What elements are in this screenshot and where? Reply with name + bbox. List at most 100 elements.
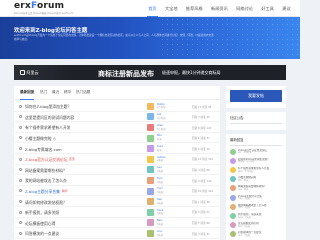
topic-time: 3天前 xyxy=(157,180,164,184)
topic-row[interactable]: 网站备案需要哪些材料？ Leo 2天前 回复 4 阅读 66 xyxy=(14,165,220,176)
nav-item-3[interactable]: 推荐风格 xyxy=(182,0,207,17)
avatar[interactable] xyxy=(230,194,236,201)
topic-stats: 回复 20 阅读 410 xyxy=(192,190,214,194)
topic-badge: 置顶 xyxy=(69,157,75,162)
avatar[interactable] xyxy=(147,134,154,142)
nav-item-home[interactable]: 首页 xyxy=(144,0,161,17)
topic-time: 昨天 xyxy=(157,138,162,142)
avatar[interactable] xyxy=(147,155,154,163)
nav-item-6[interactable]: 好工具 xyxy=(257,0,278,17)
avatar[interactable] xyxy=(147,219,154,227)
topic-title[interactable]: 这里是提问区的测试问题内容 xyxy=(25,115,74,121)
topic-tabs: 最新回复 热门 最近 精华 热门话题 xyxy=(14,86,220,100)
topic-row[interactable]: 有个插件需求希望有人开发 Alan 5小时前 回复 8 阅读 120 xyxy=(14,122,220,133)
latest-replies-box: 最新回复 Z-blog官方认证交流论坛 erx · 2小时前 如何在Z-blog里添… xyxy=(226,134,286,240)
latest-reply-item[interactable]: 如何在Z-blog里添加主题？ Ruiby · 3小时前 xyxy=(226,157,286,166)
topic-stats: 回复 9 阅读 140 xyxy=(192,179,212,183)
latest-reply-item[interactable]: 论坛模板使用心得 Ben · 5天前 xyxy=(226,221,286,230)
topic-title[interactable]: 我的网站被攻击了怎么办 xyxy=(25,178,67,184)
avatar[interactable] xyxy=(147,208,154,216)
topic-title[interactable]: 有个插件需求希望有人开发 xyxy=(25,125,71,131)
topic-row[interactable]: Z-blog官方认证交流论坛 置顶 Admin 2天前 回复 15 阅读 320 xyxy=(14,154,220,165)
ad-banner[interactable]: 阿里云 商标注册新品发布 极速申报，最快1分钟递交商标局 xyxy=(14,65,286,80)
avatar[interactable] xyxy=(147,187,154,195)
topic-row[interactable]: 新手报到，请多关照 Sora 4天前 回复 5 阅读 52 xyxy=(14,207,220,218)
avatar[interactable] xyxy=(147,198,154,206)
hero-title: 欢迎来到Z-blog论坛问答主题 xyxy=(14,28,88,34)
nav-item-4[interactable]: 新闻资讯 xyxy=(207,0,232,17)
avatar[interactable] xyxy=(230,222,236,229)
avatar[interactable] xyxy=(147,176,154,184)
tab-featured[interactable]: 精华 xyxy=(64,86,71,100)
avatar[interactable] xyxy=(230,185,236,192)
topic-list: 如何在Z-blog里添加主题？ Ruiby 2小时前 回复 12 阅读 98 这里是提问… xyxy=(14,101,220,239)
topic-row[interactable]: 我的网站被攻击了怎么办 Tom 3天前 回复 9 阅读 140 xyxy=(14,175,220,186)
logo-text: erxForum xyxy=(14,1,65,11)
topic-title[interactable]: Z-blog主题分享合集 xyxy=(25,189,60,195)
latest-reply-item[interactable]: 我的网站被攻击了怎么办 Tom · 3天前 xyxy=(226,203,286,212)
nav-item-2[interactable]: 大宝地 xyxy=(161,0,182,17)
divider xyxy=(230,145,282,146)
avatar[interactable] xyxy=(230,157,236,164)
new-post-button[interactable]: 我要发帖 xyxy=(230,90,282,102)
avatar[interactable] xyxy=(147,166,154,174)
hero-description: erxForum是Z-blog开发的一个适用于论坛问答的主题，让你轻松建设一个拥… xyxy=(14,34,214,41)
nav-item-7[interactable]: 建议 xyxy=(278,0,295,17)
topic-title[interactable]: 如何在Z-blog里添加主题？ xyxy=(25,104,71,110)
avatar[interactable] xyxy=(147,145,154,153)
topic-time: 5天前 xyxy=(157,233,164,237)
topic-panel: 最新回复 热门 最近 精华 热门话题 如何在Z-blog里添加主题？ Ruiby 2… xyxy=(14,86,220,240)
topic-title[interactable]: 新手报到，请多关照 xyxy=(25,210,59,216)
latest-reply-item[interactable]: 有个插件需求希望有人开发 Alan · 5小时前 xyxy=(226,166,286,175)
latest-reply-item[interactable]: Z-blog官方认证交流论坛 erx · 2小时前 xyxy=(226,148,286,157)
avatar[interactable] xyxy=(230,231,236,238)
topic-row[interactable]: 论坛模板使用心得 Ben 5天前 回复 7 阅读 88 xyxy=(14,218,220,229)
topic-bullet-icon xyxy=(19,125,22,129)
avatar[interactable] xyxy=(230,212,236,219)
topic-title[interactable]: Z-blog专属域名.com xyxy=(25,147,62,153)
latest-replies-list: Z-blog官方认证交流论坛 erx · 2小时前 如何在Z-blog里添加主题？ R… xyxy=(226,148,286,240)
topic-row[interactable]: 如何在Z-blog里添加主题？ Ruiby 2小时前 回复 12 阅读 98 xyxy=(14,101,220,112)
tab-latest[interactable]: 最新回复 xyxy=(20,86,35,100)
topic-title[interactable]: 论坛模板使用心得 xyxy=(25,221,55,227)
topic-row[interactable]: 问答模块的一点建议 Ann 5天前 回复 3 阅读 41 xyxy=(14,228,220,239)
tab-recent[interactable]: 最近 xyxy=(52,86,59,100)
reply-meta: Tom · 3天前 xyxy=(238,206,251,210)
topic-stats: 回复 3 阅读 45 xyxy=(192,116,210,120)
latest-reply-item[interactable]: 网站备案需要哪些材料？ Leo · 昨天 xyxy=(226,184,286,193)
reply-meta: Ben · 5天前 xyxy=(238,224,251,228)
topic-row[interactable]: Z-blog专属域名.com Kuro 昨天 回复 2 阅读 30 xyxy=(14,143,220,154)
avatar[interactable] xyxy=(147,123,154,131)
reply-meta: Mio · 昨天 xyxy=(238,178,249,182)
topic-bullet-icon xyxy=(19,136,22,140)
tab-hot[interactable]: 热门 xyxy=(40,86,47,100)
avatar[interactable] xyxy=(230,166,236,173)
topic-title[interactable]: 请问如何修改发帖权限？ xyxy=(25,200,67,206)
latest-reply-item[interactable]: 问答模块的一点建议 Ann · 5天前 xyxy=(226,230,286,239)
avatar[interactable] xyxy=(230,176,236,183)
topic-bullet-icon xyxy=(19,199,22,203)
avatar[interactable] xyxy=(230,203,236,210)
topic-row[interactable]: 请问如何修改发帖权限？ Ken 4天前 回复 1 阅读 18 xyxy=(14,196,220,207)
reply-meta: Yuki · 2天前 xyxy=(238,197,251,201)
topic-row[interactable]: 这里是提问区的测试问题内容 erx 3小时前 回复 3 阅读 45 xyxy=(14,112,220,123)
topic-stats: 回复 2 阅读 30 xyxy=(192,147,210,151)
topic-stats: 回复 1 阅读 18 xyxy=(192,200,210,204)
nav-item-5[interactable]: 网络讨论 xyxy=(232,0,257,17)
avatar[interactable] xyxy=(147,113,154,121)
topic-title[interactable]: 问答模块的一点建议 xyxy=(25,231,59,237)
topic-title[interactable]: Z-blog官方认证交流论坛 xyxy=(25,157,67,163)
avatar[interactable] xyxy=(147,102,154,110)
topic-row[interactable]: Z-blog主题分享合集 精华 Yuki 3天前 回复 20 阅读 410 xyxy=(14,186,220,197)
tab-topics[interactable]: 热门话题 xyxy=(76,86,90,100)
avatar[interactable] xyxy=(147,229,154,237)
site-logo[interactable]: erxForum Discuz!技术交流 Discuz!模板 Discuz!插件… xyxy=(14,1,73,16)
avatar[interactable] xyxy=(230,148,236,155)
latest-reply-item[interactable]: 新手报到，请多关照 Sora · 4天前 xyxy=(226,212,286,221)
topic-time: 5天前 xyxy=(157,222,164,226)
topic-title[interactable]: 小樱主题做完啦 :) xyxy=(25,136,56,142)
latest-reply-item[interactable]: 小樱主题做完啦 Mio · 昨天 xyxy=(226,175,286,184)
topic-title[interactable]: 网站备案需要哪些材料？ xyxy=(25,168,67,174)
topic-row[interactable]: 小樱主题做完啦 :) Mio 昨天 回复 6 阅读 77 xyxy=(14,133,220,144)
latest-reply-item[interactable]: Z-blog主题分享合集 Yuki · 2天前 xyxy=(226,194,286,203)
